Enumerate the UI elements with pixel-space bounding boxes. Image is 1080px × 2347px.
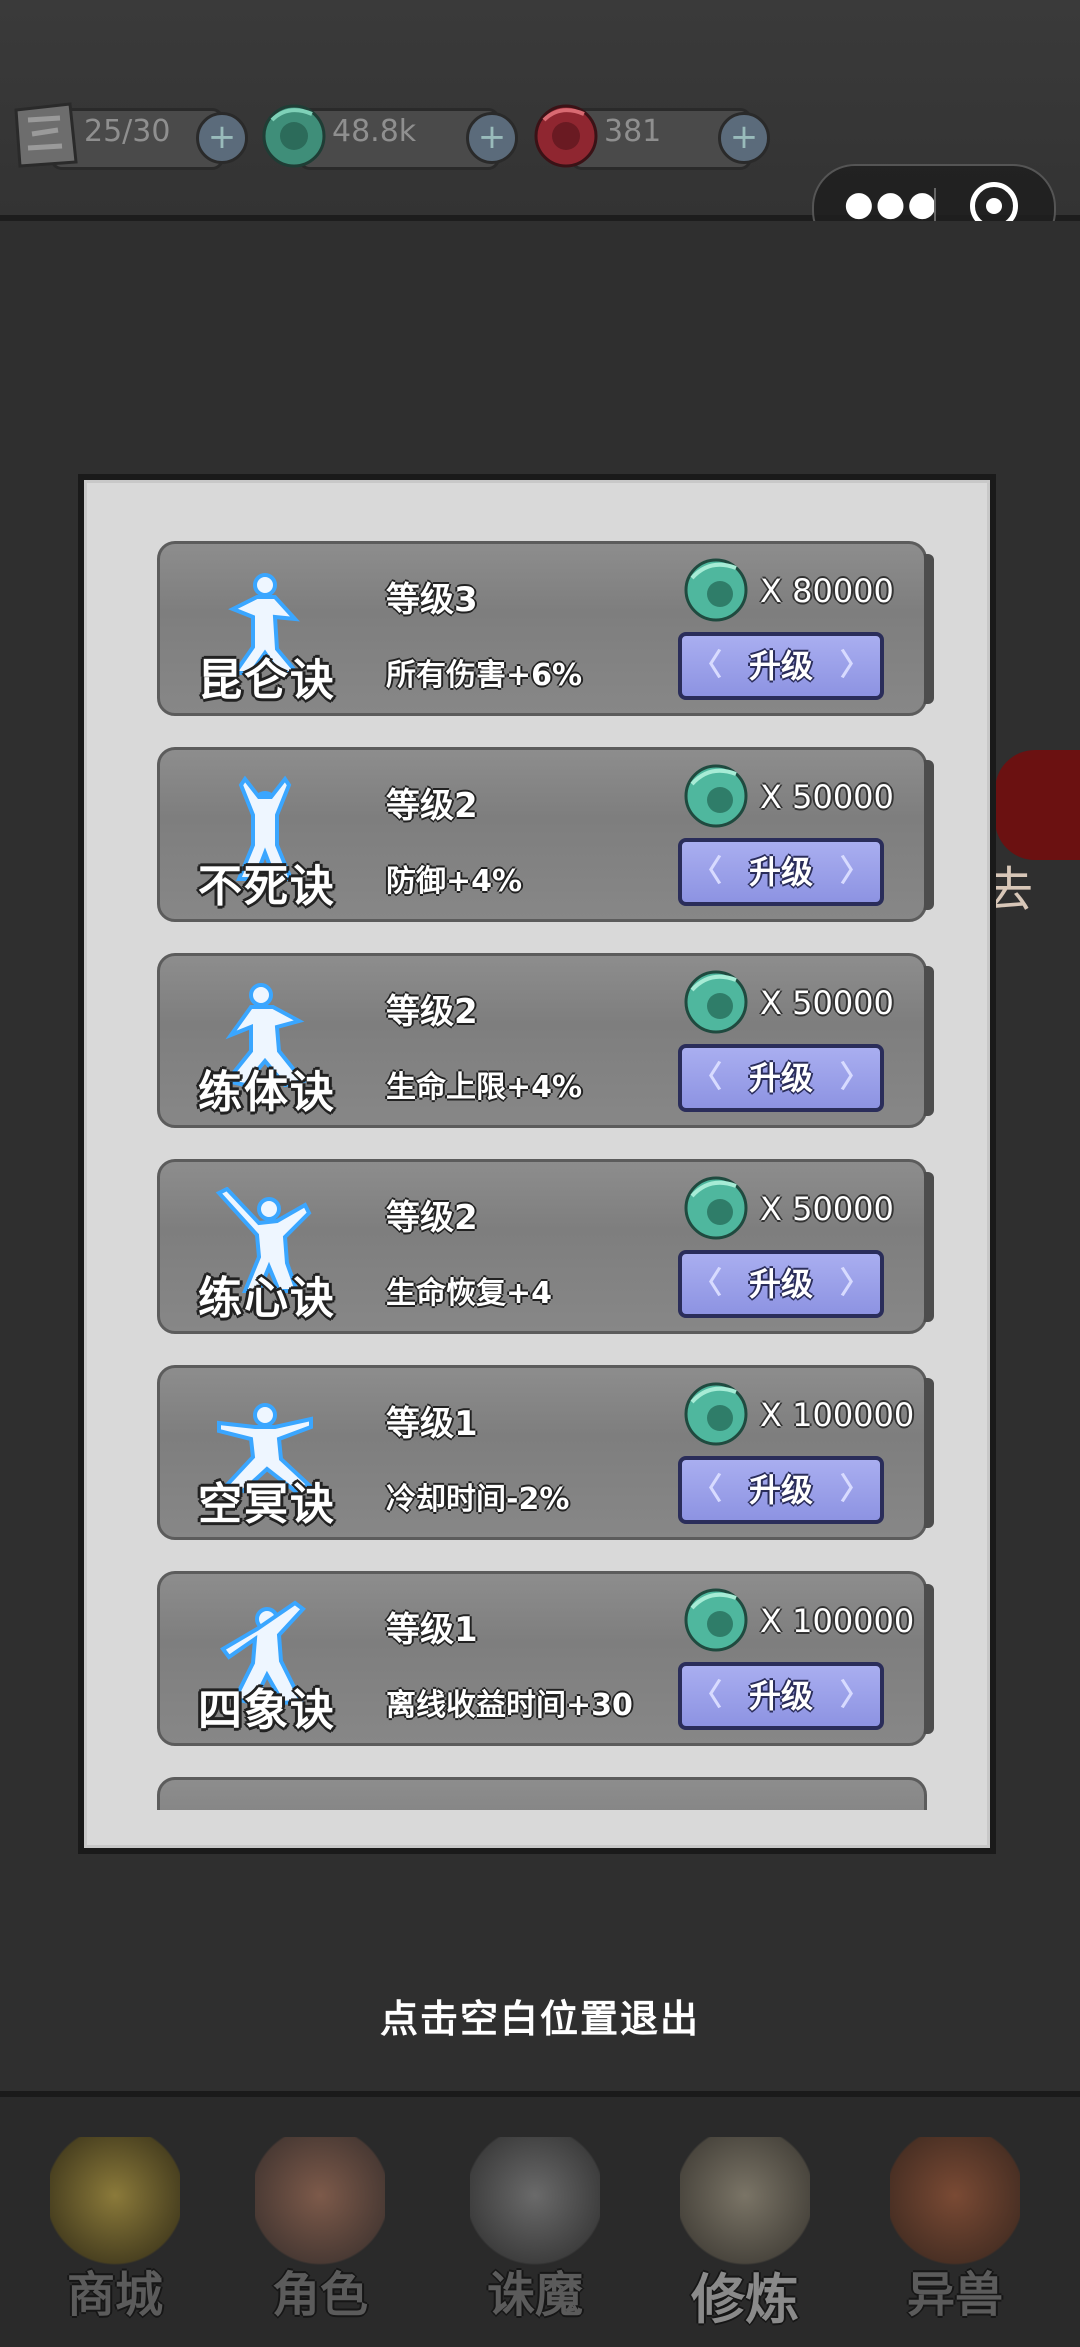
skill-cost: X 100000 [760,1602,915,1640]
skill-name: 昆仑诀 [198,655,336,706]
skill-effect: 所有伤害+6% [386,658,583,693]
skill-level: 等级2 [386,786,478,826]
skill-row-sixiang: 四象诀 等级1 离线收益时间+30 X 100000 〈 升级 〉 [157,1571,934,1746]
beast-icon [890,2137,1020,2267]
upgrade-label: 升级 [748,853,813,891]
skill-cost: X 50000 [760,984,894,1022]
skill-row-partial [157,1777,927,1810]
row-edge [924,1584,934,1734]
sword-icon [470,2137,600,2267]
skill-row-busi: 不死诀 等级2 防御+4% X 50000 〈 升级 〉 [157,747,934,922]
upgrade-button[interactable]: 〈 升级 〉 [678,632,884,700]
skill-effect: 生命恢复+4 [386,1276,553,1311]
nav-demon-slaying[interactable]: 诛魔 [440,2137,630,2337]
upgrade-label: 升级 [748,1677,813,1715]
upgrade-label: 升级 [748,1059,813,1097]
add-jade-button[interactable]: + [466,112,518,164]
skill-level: 等级2 [386,1198,478,1238]
skill-level: 等级3 [386,580,478,620]
nav-label: 诛魔 [486,2267,583,2323]
jade-dragon-icon [684,1588,748,1652]
skill-name: 四象诀 [198,1685,336,1736]
bottom-nav: 商城 角色 诛魔 修炼 异兽 [0,2091,1080,2347]
chevron-right-icon: 〉 [840,648,870,683]
chevron-right-icon: 〉 [840,854,870,889]
skill-level: 等级2 [386,992,478,1032]
jade-dragon-icon [684,558,748,622]
scroll-icon [680,2137,810,2267]
chevron-right-icon: 〉 [840,1060,870,1095]
jade-dragon-icon [684,970,748,1034]
stamina-value: 25/30 [84,114,171,149]
skill-name: 练体诀 [198,1067,336,1118]
skill-name: 空冥诀 [198,1479,336,1530]
jade-value: 48.8k [332,114,417,149]
skill-level: 等级1 [386,1610,478,1650]
skill-level: 等级1 [386,1404,478,1444]
skill-effect: 防御+4% [386,864,523,899]
more-icon[interactable]: ●●● [844,184,939,224]
skill-row-kongming: 空冥诀 等级1 冷却时间-2% X 100000 〈 升级 〉 [157,1365,934,1540]
row-edge [924,1172,934,1322]
nav-label: 异兽 [906,2267,1003,2323]
chevron-left-icon: 〈 [692,648,722,683]
chevron-left-icon: 〈 [692,854,722,889]
chevron-right-icon: 〉 [840,1678,870,1713]
skill-list[interactable]: 昆仑诀 等级3 所有伤害+6% X 80000 〈 升级 〉 不死诀 等级2 防… [145,535,935,1810]
exit-hint: 点击空白位置退出 [379,1997,700,2041]
skill-row-lianti: 练体诀 等级2 生命上限+4% X 50000 〈 升级 〉 [157,953,934,1128]
nav-cultivation[interactable]: 修炼 [650,2137,840,2337]
row-edge [924,760,934,910]
row-edge [924,554,934,704]
jade-dragon-icon [684,1382,748,1446]
skill-effect: 生命上限+4% [386,1070,583,1105]
add-red-button[interactable]: + [718,112,770,164]
skill-effect: 离线收益时间+30 [386,1688,633,1723]
chevron-right-icon: 〉 [840,1266,870,1301]
skill-cost: X 50000 [760,778,894,816]
nav-shop[interactable]: 商城 [20,2137,210,2337]
skill-row-kunlun: 昆仑诀 等级3 所有伤害+6% X 80000 〈 升级 〉 [157,541,934,716]
skill-effect: 冷却时间-2% [386,1482,570,1517]
upgrade-button[interactable]: 〈 升级 〉 [678,838,884,906]
chevron-right-icon: 〉 [840,1472,870,1507]
nav-label: 商城 [66,2267,163,2323]
chevron-left-icon: 〈 [692,1266,722,1301]
jade-dragon-icon [684,1176,748,1240]
upgrade-button[interactable]: 〈 升级 〉 [678,1250,884,1318]
red-value: 381 [604,114,662,149]
skill-cost: X 80000 [760,572,894,610]
upgrade-label: 升级 [748,647,813,685]
row-edge [924,1378,934,1528]
upgrade-label: 升级 [748,1471,813,1509]
martial-figure-icon [215,1805,315,1810]
jade-dragon-icon [684,764,748,828]
shop-icon [50,2137,180,2267]
chevron-left-icon: 〈 [692,1678,722,1713]
nav-beast[interactable]: 异兽 [860,2137,1050,2337]
add-stamina-button[interactable]: + [196,112,248,164]
jade-dragon-icon [262,104,326,168]
skill-cost: X 100000 [760,1396,915,1434]
skill-cost: X 50000 [760,1190,894,1228]
chevron-left-icon: 〈 [692,1472,722,1507]
skill-name: 练心诀 [198,1273,336,1324]
nav-character[interactable]: 角色 [225,2137,415,2337]
skill-name: 不死诀 [198,861,336,912]
stamina-icon [14,102,78,168]
skill-row-lianxin: 练心诀 等级2 生命恢复+4 X 50000 〈 升级 〉 [157,1159,934,1334]
red-dragon-icon [534,104,598,168]
row-edge [924,966,934,1116]
upgrade-button[interactable]: 〈 升级 〉 [678,1044,884,1112]
nav-label: 修炼 [691,2267,799,2331]
upgrade-label: 升级 [748,1265,813,1303]
upgrade-button[interactable]: 〈 升级 〉 [678,1662,884,1730]
upgrade-button[interactable]: 〈 升级 〉 [678,1456,884,1524]
chevron-left-icon: 〈 [692,1060,722,1095]
background-badge [995,750,1080,860]
nav-label: 角色 [271,2267,368,2323]
character-icon [255,2137,385,2267]
